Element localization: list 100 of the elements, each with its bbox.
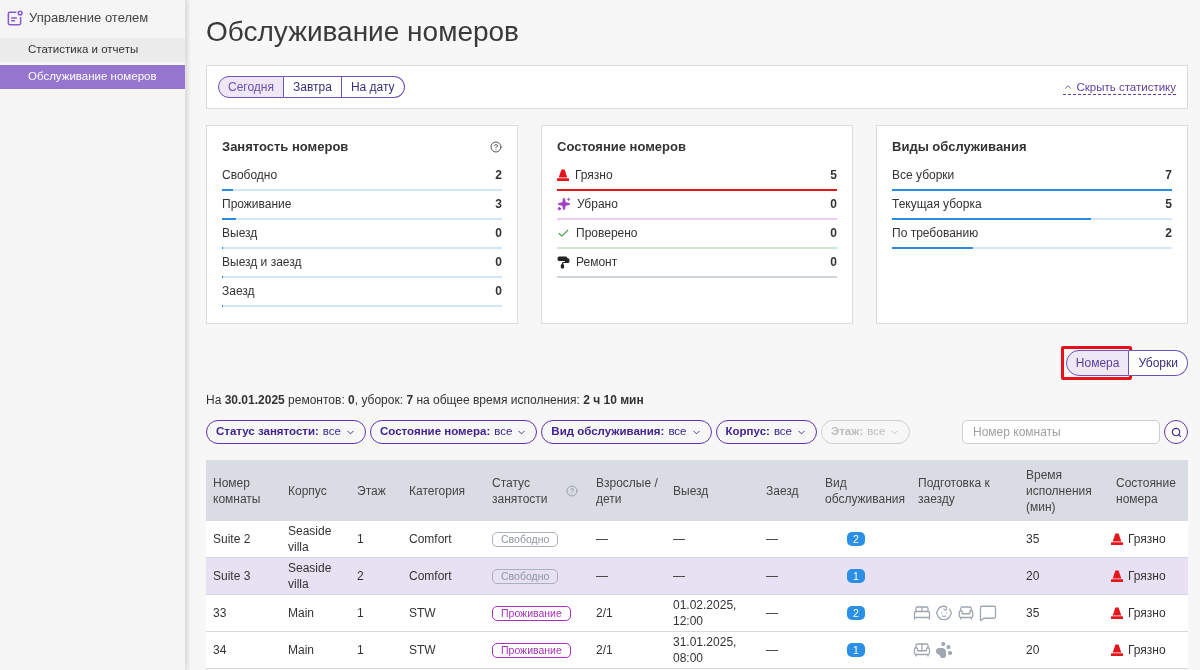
column-header: Номер комнаты	[213, 474, 262, 507]
stat-value: 7	[1165, 167, 1172, 184]
stat-value: 0	[495, 283, 502, 300]
search-button[interactable]	[1164, 420, 1188, 444]
link-text: Скрыть статистику	[1076, 79, 1176, 94]
speech-bubble-icon	[979, 604, 997, 622]
table-cell-text: —	[765, 642, 779, 659]
paint-roller-icon	[557, 255, 570, 269]
card-title: Занятость номеров	[222, 138, 349, 157]
condition-label: Грязно	[1128, 642, 1166, 658]
table-cell-text: —	[765, 568, 779, 585]
table-cell-text: 2	[356, 568, 365, 585]
table-row[interactable]: 33 Main 1 STW Проживание 2/1 01.02.2025, 12:00 — 2 35 Грязно	[206, 595, 1188, 632]
table-cell-text: 1	[356, 605, 365, 622]
stat-label: Свободно	[222, 167, 278, 184]
table-cell-text: Seaside villa	[287, 560, 333, 593]
table-cell-text: 1	[356, 642, 365, 659]
table-cell-text: Main	[287, 605, 315, 622]
table-cell-text: 34	[212, 642, 228, 659]
column-header: Время исполнения (мин)	[1026, 466, 1093, 515]
search-field[interactable]: Номер комнаты	[962, 420, 1160, 444]
table-cell-text: —	[765, 605, 779, 622]
stat-value: 2	[1165, 225, 1172, 242]
count-badge: 1	[847, 643, 865, 657]
view-tab[interactable]: Номера	[1065, 350, 1130, 376]
stat-value: 3	[495, 196, 502, 213]
table-cell-text: Comfort	[408, 568, 453, 585]
stat-label: Все уборки	[892, 167, 955, 184]
table-cell-text: Main	[287, 642, 315, 659]
stat-value: 0	[830, 196, 837, 213]
stat-label: Ремонт	[576, 254, 618, 271]
status-badge: Проживание	[492, 605, 571, 621]
table-cell-text: 35	[1025, 605, 1041, 622]
period-tab[interactable]: Завтра	[284, 76, 342, 98]
column-header: Состояние номера	[1116, 474, 1177, 507]
period-tab[interactable]: Сегодня	[218, 76, 284, 98]
column-header: Заезд	[766, 482, 799, 499]
column-header: Подготовка к заезду	[918, 474, 991, 507]
table-cell-text: Suite 3	[212, 568, 252, 585]
column-header: Этаж	[357, 482, 386, 499]
cone-icon	[557, 169, 569, 181]
stat-label: Проверено	[576, 225, 638, 242]
condition-label: Грязно	[1128, 531, 1166, 547]
page-title: Обслуживание номеров	[206, 15, 520, 49]
stat-label: Заезд	[222, 283, 255, 300]
table-cell-text: 31.01.2025, 08:00	[672, 634, 738, 667]
table-row[interactable]: Suite 3 Seaside villa 2 Comfort Свободно — — — 1 20 Грязно	[206, 558, 1188, 595]
search-icon	[1170, 426, 1182, 438]
stat-label: Убрано	[577, 196, 618, 213]
bed-icon	[913, 604, 931, 622]
table-cell-text: 33	[212, 605, 228, 622]
stat-value: 5	[830, 167, 837, 184]
table-cell-text: Comfort	[408, 531, 453, 548]
cone-icon	[1111, 607, 1123, 619]
sparkles-icon	[557, 197, 571, 211]
table-cell-text: 35	[1025, 531, 1041, 548]
sidebar-item[interactable]: Статистика и отчеты	[0, 38, 185, 62]
sidebar-title: Управление отелем	[29, 9, 149, 28]
table-row[interactable]: Suite 2 Seaside villa 1 Comfort Свободно — — — 2 35 Грязно	[206, 521, 1188, 558]
cone-icon	[1111, 570, 1123, 582]
count-badge: 2	[847, 606, 865, 620]
table-cell-text: —	[672, 531, 686, 548]
table-cell-text: —	[765, 531, 779, 548]
column-header: Вид обслуживания	[825, 474, 907, 507]
sofa-icon	[913, 641, 931, 659]
status-badge: Проживание	[492, 642, 571, 658]
table-cell-text: —	[595, 531, 609, 548]
table-cell-text: Suite 2	[212, 531, 252, 548]
stat-value: 0	[495, 254, 502, 271]
table-row[interactable]: 34 Main 1 STW Проживание 2/1 31.01.2025, 08:00 — 1 20 Грязно	[206, 632, 1188, 669]
sidebar-item[interactable]: Обслуживание номеров	[0, 65, 185, 89]
document-icon	[6, 9, 23, 27]
column-header: Категория	[409, 482, 466, 499]
table-cell-text: 2/1	[595, 605, 614, 622]
table-cell-text: 20	[1025, 568, 1041, 585]
table-cell-text: —	[672, 568, 686, 585]
count-badge: 1	[847, 569, 865, 583]
column-header: Статус занятости	[492, 474, 549, 507]
stat-value: 2	[495, 167, 502, 184]
armchair-icon	[957, 604, 975, 622]
stat-label: Проживание	[222, 196, 292, 213]
stat-label: Выезд и заезд	[222, 254, 302, 271]
stat-label: По требованию	[892, 225, 979, 242]
card-title: Виды обслуживания	[892, 138, 1027, 157]
condition-label: Грязно	[1128, 605, 1166, 621]
stat-label: Текущая уборка	[892, 196, 982, 213]
view-tab[interactable]: Уборки	[1129, 350, 1188, 376]
status-badge: Свободно	[492, 531, 559, 547]
table-cell-text: 1	[356, 531, 365, 548]
column-header: Взрослые / дети	[596, 474, 659, 507]
stat-value: 0	[495, 225, 502, 242]
table-cell-text: STW	[408, 642, 437, 659]
table-cell-text: 20	[1025, 642, 1041, 659]
condition-label: Грязно	[1128, 568, 1166, 584]
stat-label: Выезд	[222, 225, 258, 242]
column-header: Выезд	[673, 482, 709, 499]
paw-icon	[935, 641, 953, 659]
baby-face-icon	[935, 604, 953, 622]
hide-stats-link[interactable]: Скрыть статистику	[1063, 79, 1176, 95]
period-tab[interactable]: На дату	[341, 76, 405, 98]
